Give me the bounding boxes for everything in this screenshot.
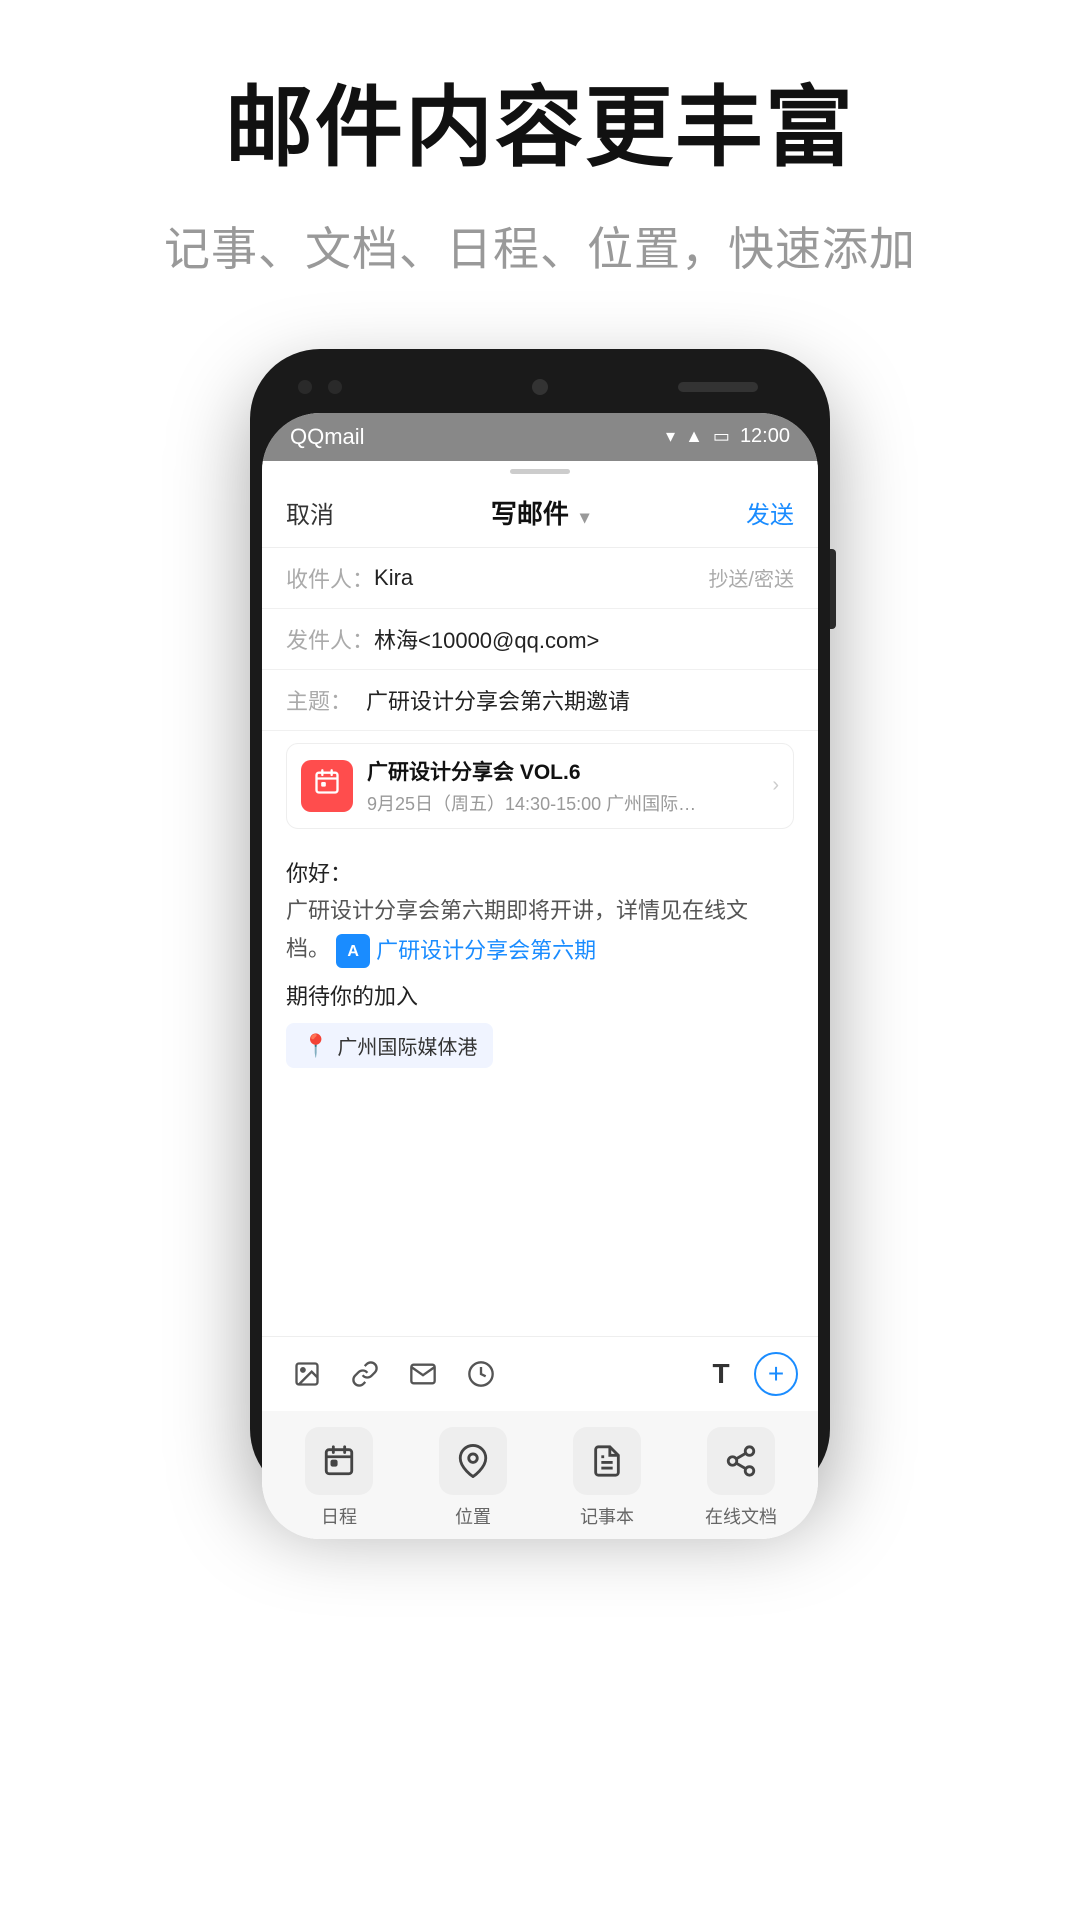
attachment-info: 广研设计分享会 VOL.6 9月25日（周五）14:30-15:00 广州国际… xyxy=(367,756,772,816)
subject-label: 主题： xyxy=(286,684,366,716)
add-toolbar-button[interactable]: + xyxy=(754,1352,798,1396)
quick-online-doc-label: 在线文档 xyxy=(705,1503,777,1529)
quick-online-doc-icon xyxy=(707,1427,775,1495)
phone-camera xyxy=(532,379,548,395)
quick-notebook-label: 记事本 xyxy=(580,1503,634,1529)
text-format-icon[interactable]: T xyxy=(696,1349,746,1399)
phone-speaker xyxy=(678,382,758,392)
email-body[interactable]: 你好： 广研设计分享会第六期即将开讲，详情见在线文 档。 A 广研设计分享会第六… xyxy=(262,841,818,1336)
location-badge[interactable]: 📍 广州国际媒体港 xyxy=(286,1015,794,1068)
main-title: 邮件内容更丰富 xyxy=(60,80,1020,177)
location-text: 广州国际媒体港 xyxy=(337,1031,477,1060)
to-value[interactable]: Kira xyxy=(374,565,708,591)
image-toolbar-icon[interactable] xyxy=(282,1349,332,1399)
attachment-title: 广研设计分享会 VOL.6 xyxy=(367,756,772,786)
attachment-arrow-icon: › xyxy=(772,774,779,797)
subject-field: 主题： 广研设计分享会第六期邀请 xyxy=(262,670,818,731)
quick-calendar-label: 日程 xyxy=(321,1503,357,1529)
quick-action-notebook[interactable]: 记事本 xyxy=(540,1427,674,1529)
calendar-icon xyxy=(301,760,353,812)
link-toolbar-icon[interactable] xyxy=(340,1349,390,1399)
email-compose: 取消 写邮件 ▾ 发送 收件人： Kira 抄送/密送 发件人： 林海<1 xyxy=(262,478,818,1539)
send-button[interactable]: 发送 xyxy=(746,495,794,530)
envelope-toolbar-icon[interactable] xyxy=(398,1349,448,1399)
sensor-dot-2 xyxy=(328,380,342,394)
compose-dropdown-icon[interactable]: ▾ xyxy=(580,507,589,527)
attachment-detail: 9月25日（周五）14:30-15:00 广州国际… xyxy=(367,790,772,816)
from-field: 发件人： 林海<10000@qq.com> xyxy=(262,609,818,670)
quick-action-online-doc[interactable]: 在线文档 xyxy=(674,1427,808,1529)
drag-handle-bar xyxy=(510,469,570,474)
status-app-name: QQmail xyxy=(290,424,365,450)
calendar-attachment[interactable]: 广研设计分享会 VOL.6 9月25日（周五）14:30-15:00 广州国际…… xyxy=(286,743,794,829)
cc-button[interactable]: 抄送/密送 xyxy=(708,563,794,592)
to-field: 收件人： Kira 抄送/密送 xyxy=(262,548,818,609)
body-line3: 期待你的加入 xyxy=(286,978,794,1015)
calendar-icon-glyph xyxy=(313,768,341,803)
compose-nav: 取消 写邮件 ▾ 发送 xyxy=(262,478,818,548)
body-line1: 广研设计分享会第六期即将开讲，详情见在线文 xyxy=(286,892,794,929)
quick-location-label: 位置 xyxy=(455,1503,491,1529)
phone-mockup: QQmail ▾ ▲ ▭ 12:00 取消 写邮件 xyxy=(0,349,1080,1499)
to-label: 收件人： xyxy=(286,562,374,594)
quick-notebook-icon xyxy=(573,1427,641,1495)
battery-icon: ▭ xyxy=(713,426,730,447)
compose-title: 写邮件 ▾ xyxy=(491,494,589,531)
clock-toolbar-icon[interactable] xyxy=(456,1349,506,1399)
quick-location-icon xyxy=(439,1427,507,1495)
compose-title-text: 写邮件 xyxy=(491,499,569,529)
location-pin-icon: 📍 xyxy=(302,1033,329,1059)
quick-action-location[interactable]: 位置 xyxy=(406,1427,540,1529)
status-icons: ▾ ▲ ▭ 12:00 xyxy=(666,425,790,448)
sub-title: 记事、文档、日程、位置，快速添加 xyxy=(60,213,1020,279)
phone-outer: QQmail ▾ ▲ ▭ 12:00 取消 写邮件 xyxy=(250,349,830,1499)
quick-calendar-icon xyxy=(305,1427,373,1495)
phone-volume-button xyxy=(830,549,836,629)
compose-toolbar: T + xyxy=(262,1336,818,1411)
from-value[interactable]: 林海<10000@qq.com> xyxy=(374,623,794,655)
quick-action-calendar[interactable]: 日程 xyxy=(272,1427,406,1529)
status-bar: QQmail ▾ ▲ ▭ 12:00 xyxy=(262,413,818,461)
phone-sensors xyxy=(298,380,342,394)
body-greeting: 你好： xyxy=(286,855,794,892)
status-time: 12:00 xyxy=(740,425,790,448)
page-header: 邮件内容更丰富 记事、文档、日程、位置，快速添加 xyxy=(0,0,1080,319)
sensor-dot-1 xyxy=(298,380,312,394)
from-label: 发件人： xyxy=(286,623,374,655)
signal-icon: ▲ xyxy=(685,426,703,447)
doc-link-text: 广研设计分享会第六期 xyxy=(376,932,596,969)
drag-handle xyxy=(262,461,818,478)
wifi-icon: ▾ xyxy=(666,426,675,447)
doc-icon: A xyxy=(336,934,370,968)
phone-top-bar xyxy=(262,361,818,413)
quick-actions-bar: 日程 位置 xyxy=(262,1411,818,1539)
body-line2: 档。 A 广研设计分享会第六期 xyxy=(286,930,794,970)
subject-value[interactable]: 广研设计分享会第六期邀请 xyxy=(366,684,794,716)
doc-link[interactable]: A 广研设计分享会第六期 xyxy=(336,932,596,969)
cancel-button[interactable]: 取消 xyxy=(286,495,334,530)
phone-screen: QQmail ▾ ▲ ▭ 12:00 取消 写邮件 xyxy=(262,413,818,1539)
